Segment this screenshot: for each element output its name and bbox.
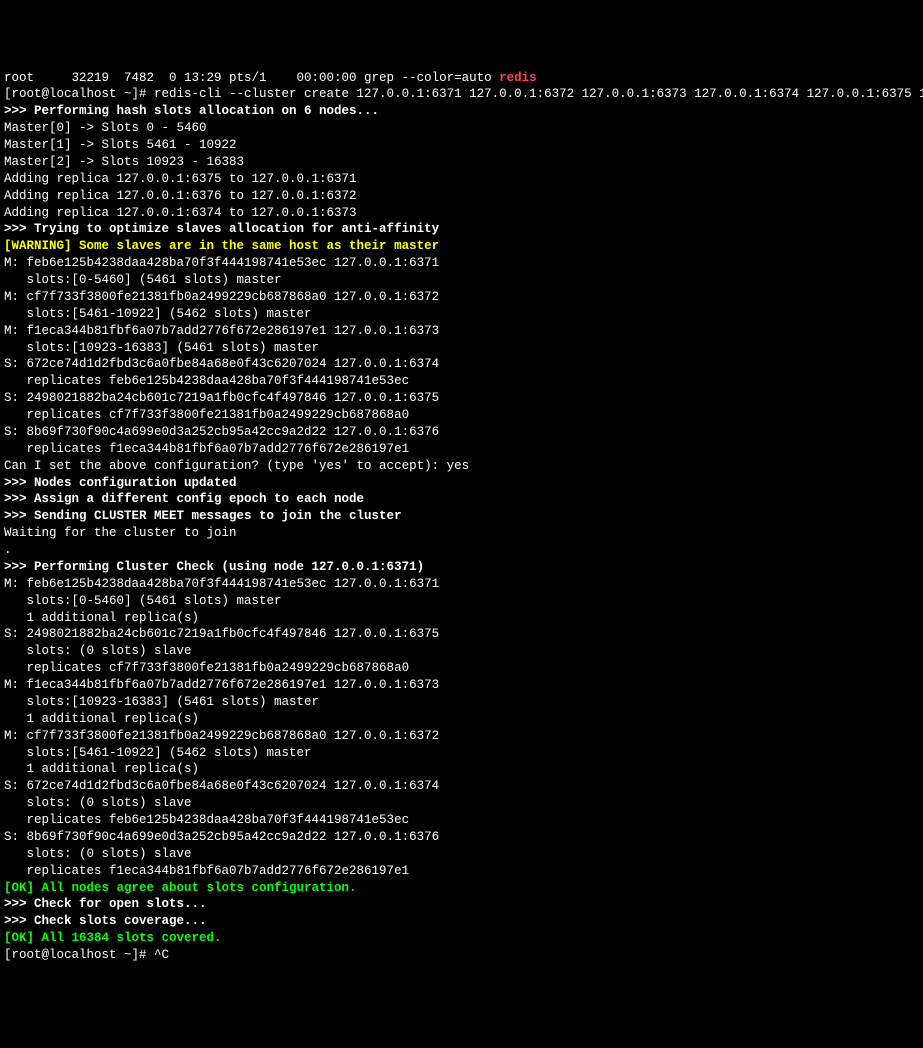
terminal-line: >>> Performing hash slots allocation on … [4, 103, 919, 120]
terminal-line: M: feb6e125b4238daa428ba70f3f444198741e5… [4, 576, 919, 593]
terminal-line: replicates feb6e125b4238daa428ba70f3f444… [4, 812, 919, 829]
terminal-line: M: f1eca344b81fbf6a07b7add2776f672e28619… [4, 323, 919, 340]
terminal-line: S: 672ce74d1d2fbd3c6a0fbe84a68e0f43c6207… [4, 356, 919, 373]
terminal-line: >>> Check for open slots... [4, 896, 919, 913]
terminal-line: M: feb6e125b4238daa428ba70f3f444198741e5… [4, 255, 919, 272]
terminal-line: [WARNING] Some slaves are in the same ho… [4, 238, 919, 255]
terminal-line: Master[2] -> Slots 10923 - 16383 [4, 154, 919, 171]
terminal-line: Master[0] -> Slots 0 - 5460 [4, 120, 919, 137]
terminal-line: slots: (0 slots) slave [4, 643, 919, 660]
terminal-line: Adding replica 127.0.0.1:6375 to 127.0.0… [4, 171, 919, 188]
terminal-line: slots:[0-5460] (5461 slots) master [4, 272, 919, 289]
terminal-line: >>> Sending CLUSTER MEET messages to joi… [4, 508, 919, 525]
terminal-line: M: cf7f733f3800fe21381fb0a2499229cb68786… [4, 289, 919, 306]
terminal-line: Master[1] -> Slots 5461 - 10922 [4, 137, 919, 154]
terminal-line: [OK] All nodes agree about slots configu… [4, 880, 919, 897]
terminal-line: slots:[10923-16383] (5461 slots) master [4, 694, 919, 711]
terminal-line: Adding replica 127.0.0.1:6376 to 127.0.0… [4, 188, 919, 205]
terminal-line: slots: (0 slots) slave [4, 846, 919, 863]
terminal-line: replicates f1eca344b81fbf6a07b7add2776f6… [4, 441, 919, 458]
terminal-line: slots: (0 slots) slave [4, 795, 919, 812]
terminal-line: [root@localhost ~]# redis-cli --cluster … [4, 86, 919, 103]
terminal-line: >>> Check slots coverage... [4, 913, 919, 930]
terminal-line: >>> Assign a different config epoch to e… [4, 491, 919, 508]
terminal-line: replicates cf7f733f3800fe21381fb0a249922… [4, 660, 919, 677]
terminal-line: S: 2498021882ba24cb601c7219a1fb0cfc4f497… [4, 626, 919, 643]
terminal-line: S: 8b69f730f90c4a699e0d3a252cb95a42cc9a2… [4, 829, 919, 846]
terminal-line: S: 8b69f730f90c4a699e0d3a252cb95a42cc9a2… [4, 424, 919, 441]
terminal-line: M: cf7f733f3800fe21381fb0a2499229cb68786… [4, 728, 919, 745]
terminal-line: >>> Nodes configuration updated [4, 475, 919, 492]
terminal-line: slots:[10923-16383] (5461 slots) master [4, 340, 919, 357]
terminal-line: S: 2498021882ba24cb601c7219a1fb0cfc4f497… [4, 390, 919, 407]
terminal-line: slots:[5461-10922] (5462 slots) master [4, 306, 919, 323]
terminal-line: replicates feb6e125b4238daa428ba70f3f444… [4, 373, 919, 390]
terminal-output: root 32219 7482 0 13:29 pts/1 00:00:00 g… [4, 70, 919, 964]
terminal-line: slots:[0-5460] (5461 slots) master [4, 593, 919, 610]
terminal-line: [OK] All 16384 slots covered. [4, 930, 919, 947]
terminal-line: Waiting for the cluster to join [4, 525, 919, 542]
terminal-line: . [4, 542, 919, 559]
terminal-line: >>> Performing Cluster Check (using node… [4, 559, 919, 576]
terminal-line: 1 additional replica(s) [4, 761, 919, 778]
terminal-line: [root@localhost ~]# ^C [4, 947, 919, 964]
terminal-line: slots:[5461-10922] (5462 slots) master [4, 745, 919, 762]
terminal-line: M: f1eca344b81fbf6a07b7add2776f672e28619… [4, 677, 919, 694]
terminal-line: 1 additional replica(s) [4, 610, 919, 627]
terminal-line: replicates cf7f733f3800fe21381fb0a249922… [4, 407, 919, 424]
terminal-line: root 32219 7482 0 13:29 pts/1 00:00:00 g… [4, 70, 919, 87]
terminal-line: replicates f1eca344b81fbf6a07b7add2776f6… [4, 863, 919, 880]
terminal-line: 1 additional replica(s) [4, 711, 919, 728]
terminal-line: Adding replica 127.0.0.1:6374 to 127.0.0… [4, 205, 919, 222]
terminal-line: Can I set the above configuration? (type… [4, 458, 919, 475]
terminal-line: >>> Trying to optimize slaves allocation… [4, 221, 919, 238]
